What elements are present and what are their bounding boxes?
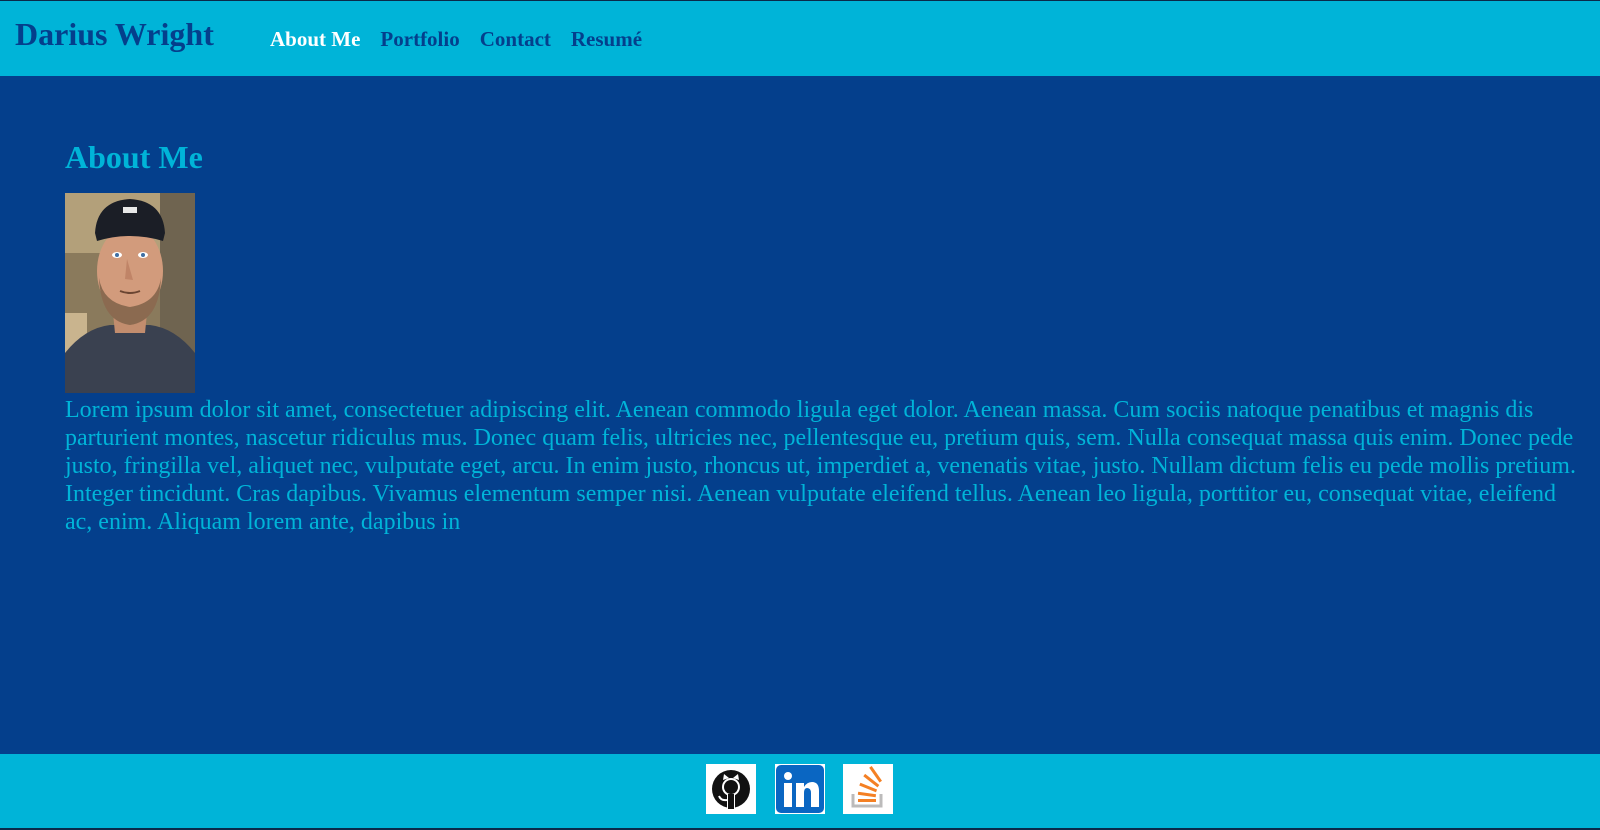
bio-text: Lorem ipsum dolor sit amet, consectetuer… — [65, 397, 1576, 535]
nav-resume[interactable]: Resumé — [571, 26, 642, 52]
nav-about-me[interactable]: About Me — [270, 26, 360, 52]
site-footer — [0, 754, 1600, 828]
profile-photo — [65, 193, 195, 393]
nav-portfolio[interactable]: Portfolio — [380, 26, 459, 52]
linkedin-icon — [776, 765, 824, 813]
main-content: About Me Lorem ipsum dolor sit amet, con… — [65, 76, 1600, 754]
site-brand[interactable]: Darius Wright — [15, 16, 214, 52]
site-header: Darius Wright About Me Portfolio Contact… — [0, 0, 1600, 76]
stackoverflow-icon — [851, 766, 883, 808]
nav-contact[interactable]: Contact — [480, 26, 551, 52]
main-nav: About Me Portfolio Contact Resumé — [270, 26, 642, 52]
page-title: About Me — [65, 139, 203, 175]
stackoverflow-link[interactable] — [843, 764, 893, 814]
github-icon — [712, 770, 750, 809]
linkedin-link[interactable] — [775, 764, 825, 814]
github-link[interactable] — [706, 764, 756, 814]
page: Darius Wright About Me Portfolio Contact… — [0, 0, 1600, 830]
